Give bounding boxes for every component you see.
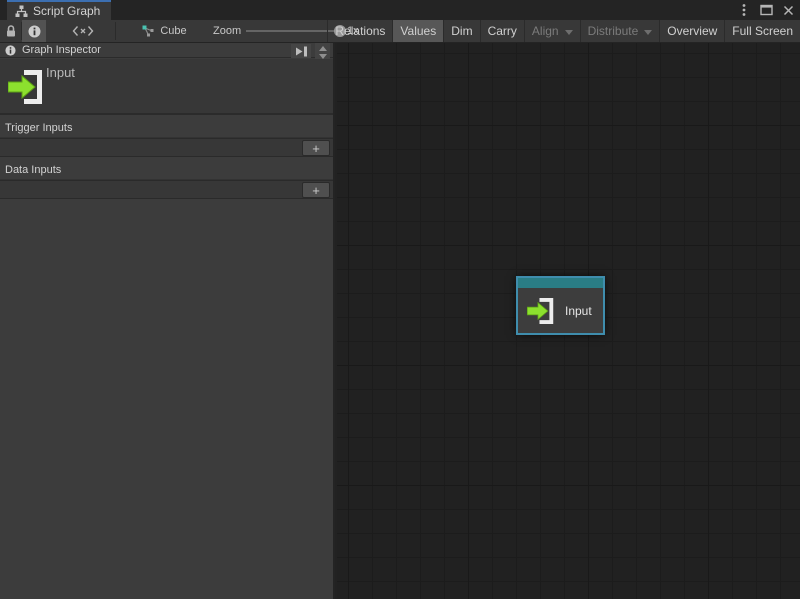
trigger-inputs-list: + bbox=[0, 138, 333, 157]
toolbar-toggles: Relations Values Dim Carry Align Distrib… bbox=[327, 20, 800, 42]
graph-canvas[interactable]: Input bbox=[337, 43, 800, 599]
info-icon bbox=[5, 45, 16, 56]
node-preview-title: Input bbox=[46, 65, 75, 80]
zoom-label: Zoom bbox=[213, 20, 241, 42]
input-node-label: Input bbox=[565, 304, 592, 318]
lock-icon bbox=[4, 24, 18, 38]
window-controls bbox=[736, 0, 798, 20]
close-icon[interactable] bbox=[780, 2, 796, 18]
toggle-overview[interactable]: Overview bbox=[659, 20, 724, 42]
lock-button[interactable] bbox=[0, 20, 21, 42]
tab-strip: Script Graph bbox=[0, 0, 800, 20]
input-node-icon bbox=[527, 298, 555, 324]
graph-inspector-panel: Graph Inspector Input Trigger Inputs + D… bbox=[0, 43, 335, 599]
dock-panel-button[interactable] bbox=[291, 44, 311, 58]
chevron-up-icon bbox=[319, 46, 327, 51]
data-inputs-header: Data Inputs bbox=[0, 161, 333, 180]
input-node-body: Input bbox=[518, 288, 603, 333]
add-data-input-button[interactable]: + bbox=[302, 182, 330, 198]
graph-asset-icon bbox=[141, 24, 155, 38]
trigger-inputs-header: Trigger Inputs bbox=[0, 119, 333, 138]
dropdown-distribute[interactable]: Distribute bbox=[580, 20, 660, 42]
tab-title: Script Graph bbox=[33, 4, 100, 18]
toggle-relations[interactable]: Relations bbox=[327, 20, 392, 42]
graph-inspector-title: Graph Inspector bbox=[22, 44, 101, 56]
toggle-fullscreen[interactable]: Full Screen bbox=[724, 20, 800, 42]
input-node-icon bbox=[8, 70, 44, 104]
node-preview: Input bbox=[0, 59, 333, 115]
graph-target-label: Cube bbox=[160, 25, 186, 37]
script-graph-icon bbox=[15, 5, 28, 18]
graph-inspector-header: Graph Inspector bbox=[0, 43, 333, 58]
add-trigger-input-button[interactable]: + bbox=[302, 140, 330, 156]
code-icon bbox=[72, 25, 94, 37]
data-inputs-list: + bbox=[0, 180, 333, 199]
chevron-down-icon bbox=[565, 30, 573, 35]
toggle-values[interactable]: Values bbox=[392, 20, 443, 42]
info-icon bbox=[28, 25, 41, 38]
input-node[interactable]: Input bbox=[516, 276, 605, 335]
dock-icon bbox=[294, 46, 308, 57]
dropdown-align[interactable]: Align bbox=[524, 20, 580, 42]
window-menu-icon[interactable] bbox=[736, 2, 752, 18]
code-preview-button[interactable] bbox=[64, 20, 102, 42]
input-node-titlebar[interactable] bbox=[518, 278, 603, 288]
toolbar: Cube Zoom 1x Relations Values Dim Carry … bbox=[0, 20, 800, 43]
toggle-carry[interactable]: Carry bbox=[480, 20, 524, 42]
maximize-icon[interactable] bbox=[758, 2, 774, 18]
tab-script-graph[interactable]: Script Graph bbox=[7, 0, 111, 20]
dropdown-distribute-label: Distribute bbox=[588, 24, 639, 38]
inspector-toggle-button[interactable] bbox=[22, 20, 46, 42]
graph-target-button[interactable]: Cube bbox=[136, 20, 192, 42]
dropdown-align-label: Align bbox=[532, 24, 559, 38]
toggle-dim[interactable]: Dim bbox=[443, 20, 479, 42]
chevron-down-icon bbox=[644, 30, 652, 35]
